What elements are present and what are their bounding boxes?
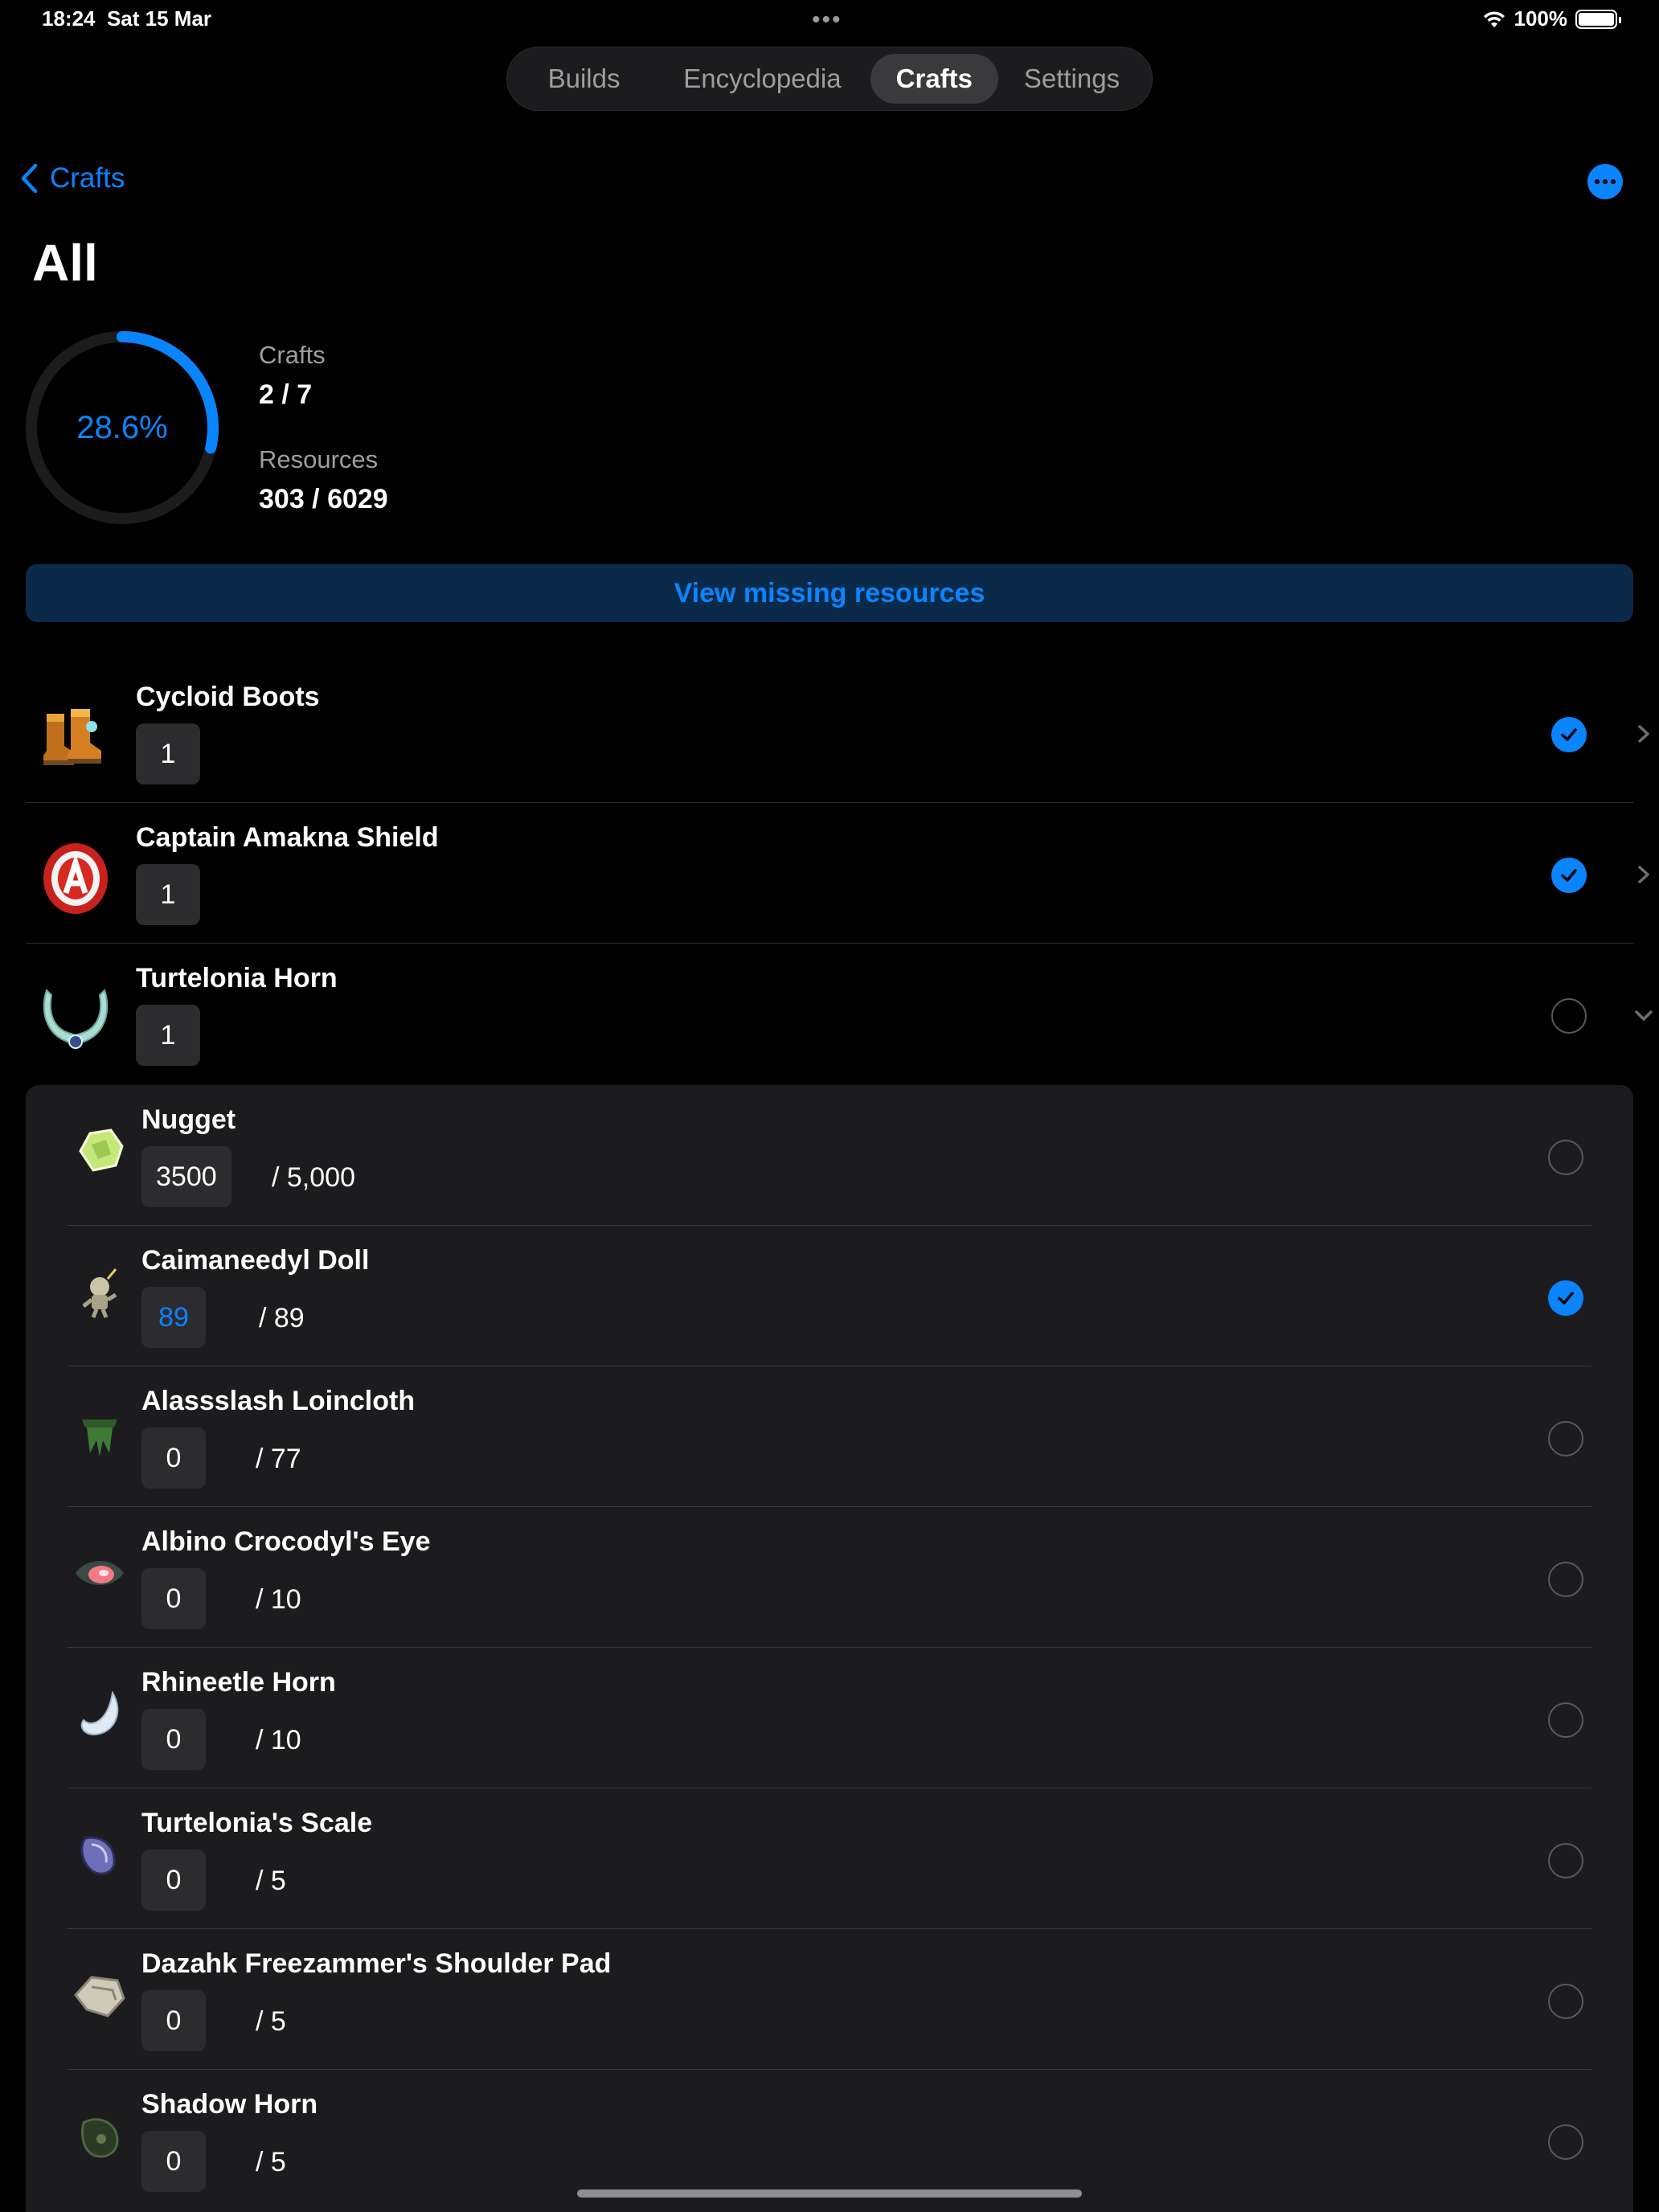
resource-row-caimaneedyl-doll[interactable]: Caimaneedyl Doll 89 / 89 [68, 1226, 1591, 1366]
clock: 18:24 [42, 6, 96, 31]
resource-need: / 10 [256, 1584, 301, 1615]
back-label: Crafts [50, 162, 125, 194]
craft-item-name: Cycloid Boots [136, 682, 320, 712]
resource-row-dazahk-freezammers-shoulder-pad[interactable]: Dazahk Freezammer's Shoulder Pad 0 / 5 [68, 1929, 1591, 2070]
quantity-field[interactable]: 1 [136, 723, 200, 784]
craft-item-name: Turtelonia Horn [136, 963, 338, 993]
chevron-right-icon[interactable] [1632, 722, 1656, 746]
status-right: 100% [1482, 6, 1621, 31]
resource-name: Alassslash Loincloth [141, 1386, 416, 1416]
resource-row-rhineetle-horn[interactable]: Rhineetle Horn 0 / 10 [68, 1648, 1591, 1788]
resource-row-turtelonias-scale[interactable]: Turtelonia's Scale 0 / 5 [68, 1788, 1591, 1929]
resource-have-field[interactable]: 0 [141, 1568, 206, 1629]
shield-icon [43, 843, 108, 914]
resource-have-field[interactable]: 89 [141, 1287, 206, 1348]
unchecked-circle-icon[interactable] [1548, 1843, 1583, 1878]
resource-name: Shadow Horn [141, 2089, 318, 2120]
craft-item-cycloid-boots[interactable]: Cycloid Boots 1 [26, 662, 1649, 803]
quantity-field[interactable]: 1 [136, 864, 200, 925]
battery-icon [1575, 9, 1621, 29]
status-time: 18:24 Sat 15 Mar [42, 6, 211, 31]
resource-name: Dazahk Freezammer's Shoulder Pad [141, 1948, 612, 1979]
tab-bar: Builds Encyclopedia Crafts Settings [506, 47, 1153, 111]
horn-icon [80, 1690, 119, 1736]
doll-icon [82, 1268, 117, 1318]
date: Sat 15 Mar [106, 6, 212, 31]
back-button[interactable]: Crafts [19, 162, 125, 195]
eye-icon [76, 1561, 124, 1585]
resources-label: Resources [259, 445, 379, 473]
more-options-icon[interactable] [1587, 164, 1623, 199]
resource-need: / 5,000 [272, 1162, 355, 1193]
resource-need: / 5 [256, 2147, 286, 2177]
resource-have-field[interactable]: 0 [141, 1428, 206, 1489]
unchecked-circle-icon[interactable] [1548, 1702, 1583, 1738]
progress-percent: 28.6% [76, 409, 168, 445]
battery-percent: 100% [1514, 6, 1568, 31]
resource-need: / 77 [256, 1444, 301, 1474]
resource-row-albino-crocodyls-eye[interactable]: Albino Crocodyl's Eye 0 / 10 [68, 1507, 1591, 1648]
resource-row-alassslash-loincloth[interactable]: Alassslash Loincloth 0 / 77 [68, 1366, 1591, 1507]
unchecked-circle-icon[interactable] [1548, 2124, 1583, 2160]
shoulder-pad-icon [74, 1976, 125, 2017]
resource-need: / 5 [256, 2006, 286, 2037]
resource-need: / 89 [259, 1303, 305, 1333]
craft-item-captain-amakna-shield[interactable]: Captain Amakna Shield 1 [26, 803, 1649, 944]
resource-need: / 10 [256, 1725, 301, 1755]
chevron-down-icon[interactable] [1632, 1003, 1656, 1027]
resource-need: / 5 [256, 1866, 286, 1896]
resource-have-field[interactable]: 0 [141, 1849, 206, 1911]
resource-name: Caimaneedyl Doll [141, 1245, 370, 1276]
resources-panel: Nugget 3500 / 5,000 Caimaneedyl Doll 89 … [26, 1085, 1633, 2212]
resource-have-field[interactable]: 3500 [141, 1146, 231, 1207]
unchecked-circle-icon[interactable] [1551, 998, 1587, 1034]
tab-builds[interactable]: Builds [514, 54, 654, 104]
quantity-field[interactable]: 1 [136, 1005, 200, 1066]
chevron-right-icon[interactable] [1632, 862, 1656, 887]
resource-row-nugget[interactable]: Nugget 3500 / 5,000 [68, 1085, 1591, 1226]
multitasking-dots-icon[interactable]: ••• [812, 6, 842, 34]
amulet-icon [43, 989, 109, 1049]
resource-name: Turtelonia's Scale [141, 1808, 373, 1838]
craft-list: Cycloid Boots 1 Captain Amakna Shield 1 … [26, 662, 1653, 1084]
status-bar: 18:24 Sat 15 Mar ••• 100% [0, 0, 1659, 39]
craft-item-turtelonia-horn[interactable]: Turtelonia Horn 1 [26, 944, 1653, 1084]
loincloth-icon [82, 1419, 117, 1456]
tab-crafts[interactable]: Crafts [870, 54, 998, 104]
unchecked-circle-icon[interactable] [1548, 1140, 1583, 1175]
tab-settings[interactable]: Settings [998, 54, 1145, 104]
crafts-value: 2 / 7 [259, 379, 313, 410]
crafts-label: Crafts [259, 341, 326, 369]
checkmark-icon[interactable] [1548, 1280, 1583, 1316]
resource-have-field[interactable]: 0 [141, 1990, 206, 2051]
resource-have-field[interactable]: 0 [141, 1709, 206, 1770]
tab-encyclopedia[interactable]: Encyclopedia [654, 54, 870, 104]
unchecked-circle-icon[interactable] [1548, 1984, 1583, 2019]
wifi-icon [1483, 10, 1505, 27]
unchecked-circle-icon[interactable] [1548, 1421, 1583, 1456]
shadow-horn-icon [81, 2118, 119, 2158]
view-missing-resources-button[interactable]: View missing resources [26, 564, 1633, 622]
page-title: All [32, 234, 98, 292]
resources-value: 303 / 6029 [259, 484, 388, 514]
resource-name: Nugget [141, 1104, 236, 1135]
home-indicator [577, 2189, 1082, 2198]
unchecked-circle-icon[interactable] [1548, 1562, 1583, 1597]
boots-icon [43, 709, 101, 765]
checkmark-icon[interactable] [1551, 858, 1587, 893]
nugget-icon [79, 1129, 124, 1172]
chevron-left-icon [21, 163, 38, 194]
resource-name: Rhineetle Horn [141, 1667, 336, 1698]
resource-name: Albino Crocodyl's Eye [141, 1526, 431, 1557]
checkmark-icon[interactable] [1551, 717, 1587, 752]
craft-item-name: Captain Amakna Shield [136, 822, 439, 853]
resource-have-field[interactable]: 0 [141, 2131, 206, 2192]
scale-icon [80, 1836, 116, 1875]
